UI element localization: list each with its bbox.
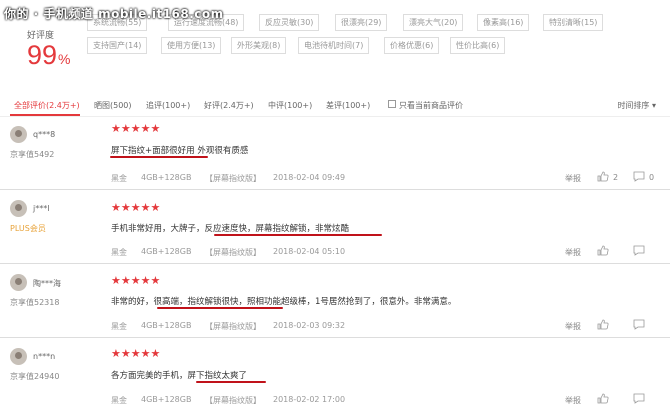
tag[interactable]: 很漂亮(29)	[335, 14, 388, 31]
product-version: 【屏幕指纹版】	[205, 396, 261, 405]
rate-unit: %	[58, 51, 71, 67]
highlight-underline	[110, 156, 208, 158]
tag[interactable]: 电池待机时间(7)	[298, 37, 370, 54]
product-color: 黑金	[111, 248, 127, 257]
filter-photo[interactable]: 晒图(500)	[94, 100, 132, 111]
product-color: 黑金	[111, 174, 127, 183]
tag[interactable]: 性价比高(6)	[450, 37, 506, 54]
review-item: j***l PLUS会员 ★★★★★ 手机非常好用，大牌子，反应速度快，屏幕指纹…	[0, 192, 670, 264]
like-count: 2	[613, 173, 619, 182]
highlight-underline	[214, 234, 382, 236]
user-name: 陶***海	[33, 279, 61, 288]
report-link[interactable]: 举报	[565, 173, 581, 184]
thumbs-up-icon[interactable]	[597, 171, 609, 182]
report-link[interactable]: 举报	[565, 247, 581, 258]
user-level: 京享值52318	[10, 298, 60, 307]
tag[interactable]: 外形美观(8)	[231, 37, 287, 54]
user-level: 京享值5492	[10, 150, 55, 159]
review-content: 手机非常好用，大牌子，反应速度快，屏幕指纹解锁，非常炫酷	[111, 224, 350, 234]
thumbs-up-icon[interactable]	[597, 245, 609, 256]
product-spec: 4GB+128GB	[141, 395, 192, 404]
filter-bad[interactable]: 差评(100+)	[326, 100, 370, 111]
product-version: 【屏幕指纹版】	[205, 248, 261, 257]
rate-value: 99%	[27, 40, 71, 71]
tag[interactable]: 特别清晰(15)	[543, 14, 604, 31]
highlight-underline	[157, 307, 283, 309]
filter-bar: 全部评价(2.4万+) 晒图(500) 追评(100+) 好评(2.4万+) 中…	[0, 92, 670, 117]
comment-icon[interactable]	[633, 393, 645, 404]
review-date: 2018-02-04 05:10	[273, 247, 346, 256]
review-item: n***n 京享值24940 ★★★★★ 各方面完美的手机，屏下指纹太爽了 黑金…	[0, 340, 670, 413]
sort-label: 时间排序	[617, 101, 650, 110]
review-content: 非常的好，很高端，指纹解锁很快，照相功能超级棒，1号居然抢到了，很意外。非常满意…	[111, 297, 457, 307]
product-spec: 4GB+128GB	[141, 321, 192, 330]
sort-dropdown[interactable]: 时间排序 ▾	[617, 100, 656, 111]
avatar[interactable]	[10, 348, 27, 365]
review-date: 2018-02-03 09:32	[273, 321, 346, 330]
review-content: 屏下指纹+面部很好用 外观很有质感	[111, 146, 249, 156]
rate-number: 99	[27, 40, 58, 70]
filter-good[interactable]: 好评(2.4万+)	[204, 100, 254, 111]
review-content: 各方面完美的手机，屏下指纹太爽了	[111, 371, 248, 381]
comment-icon[interactable]	[633, 245, 645, 256]
product-version: 【屏幕指纹版】	[205, 174, 261, 183]
avatar[interactable]	[10, 274, 27, 291]
review-item: 陶***海 京享值52318 ★★★★★ 非常的好，很高端，指纹解锁很快，照相功…	[0, 266, 670, 338]
star-rating: ★★★★★	[111, 274, 161, 287]
user-name: n***n	[33, 352, 56, 361]
tag[interactable]: 使用方便(13)	[161, 37, 222, 54]
user-name: j***l	[33, 204, 50, 213]
active-tab-indicator	[10, 114, 80, 116]
thumbs-up-icon[interactable]	[597, 319, 609, 330]
current-only-label: 只看当前商品评价	[399, 101, 463, 110]
current-only-checkbox[interactable]	[388, 100, 396, 108]
avatar[interactable]	[10, 126, 27, 143]
star-rating: ★★★★★	[111, 347, 161, 360]
product-spec: 4GB+128GB	[141, 173, 192, 182]
user-level: PLUS会员	[10, 224, 46, 233]
watermark: 你的 · 手机频道 mobile.it168.com	[4, 7, 224, 21]
report-link[interactable]: 举报	[565, 321, 581, 332]
tag[interactable]: 价格优惠(6)	[384, 37, 440, 54]
avatar[interactable]	[10, 200, 27, 217]
comment-icon[interactable]	[633, 319, 645, 330]
product-color: 黑金	[111, 396, 127, 405]
review-date: 2018-02-02 17:00	[273, 395, 346, 404]
thumbs-up-icon[interactable]	[597, 393, 609, 404]
star-rating: ★★★★★	[111, 122, 161, 135]
chevron-down-icon: ▾	[651, 101, 656, 110]
filter-medium[interactable]: 中评(100+)	[268, 100, 312, 111]
review-item: q***8 京享值5492 ★★★★★ 屏下指纹+面部很好用 外观很有质感 黑金…	[0, 118, 670, 190]
star-rating: ★★★★★	[111, 201, 161, 214]
tag[interactable]: 漂亮大气(20)	[403, 14, 464, 31]
comment-icon[interactable]	[633, 171, 645, 182]
product-color: 黑金	[111, 322, 127, 331]
tag[interactable]: 像素高(16)	[477, 14, 530, 31]
product-spec: 4GB+128GB	[141, 247, 192, 256]
product-version: 【屏幕指纹版】	[205, 322, 261, 331]
user-level: 京享值24940	[10, 372, 60, 381]
filter-followup[interactable]: 追评(100+)	[146, 100, 190, 111]
review-date: 2018-02-04 09:49	[273, 173, 346, 182]
highlight-underline	[196, 381, 266, 383]
reply-count: 0	[649, 173, 655, 182]
tag[interactable]: 反应灵敏(30)	[259, 14, 320, 31]
report-link[interactable]: 举报	[565, 395, 581, 406]
tag[interactable]: 支持国产(14)	[87, 37, 148, 54]
user-name: q***8	[33, 130, 56, 139]
filter-all[interactable]: 全部评价(2.4万+)	[14, 100, 80, 111]
